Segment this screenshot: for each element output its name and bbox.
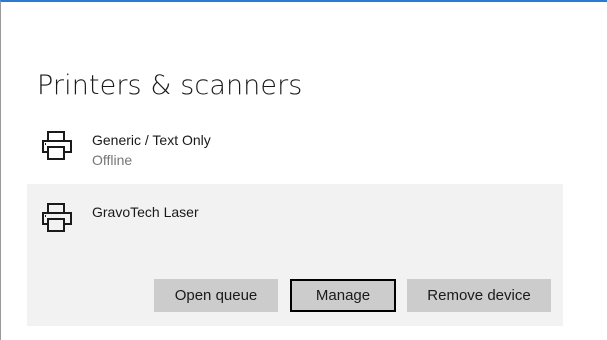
open-queue-button[interactable]: Open queue xyxy=(154,279,278,312)
page-title: Printers & scanners xyxy=(37,70,303,101)
manage-button[interactable]: Manage xyxy=(290,279,396,312)
device-name: Generic / Text Only xyxy=(92,132,211,148)
device-name: GravoTech Laser xyxy=(92,204,199,220)
printer-icon xyxy=(40,129,74,163)
remove-device-button[interactable]: Remove device xyxy=(407,279,551,312)
printer-icon xyxy=(40,201,74,235)
device-item-generic-text-only[interactable]: Generic / Text Only Offline xyxy=(27,120,563,182)
device-status: Offline xyxy=(92,152,133,168)
device-item-gravotech-laser[interactable]: GravoTech Laser Open queue Manage Remove… xyxy=(27,184,563,326)
